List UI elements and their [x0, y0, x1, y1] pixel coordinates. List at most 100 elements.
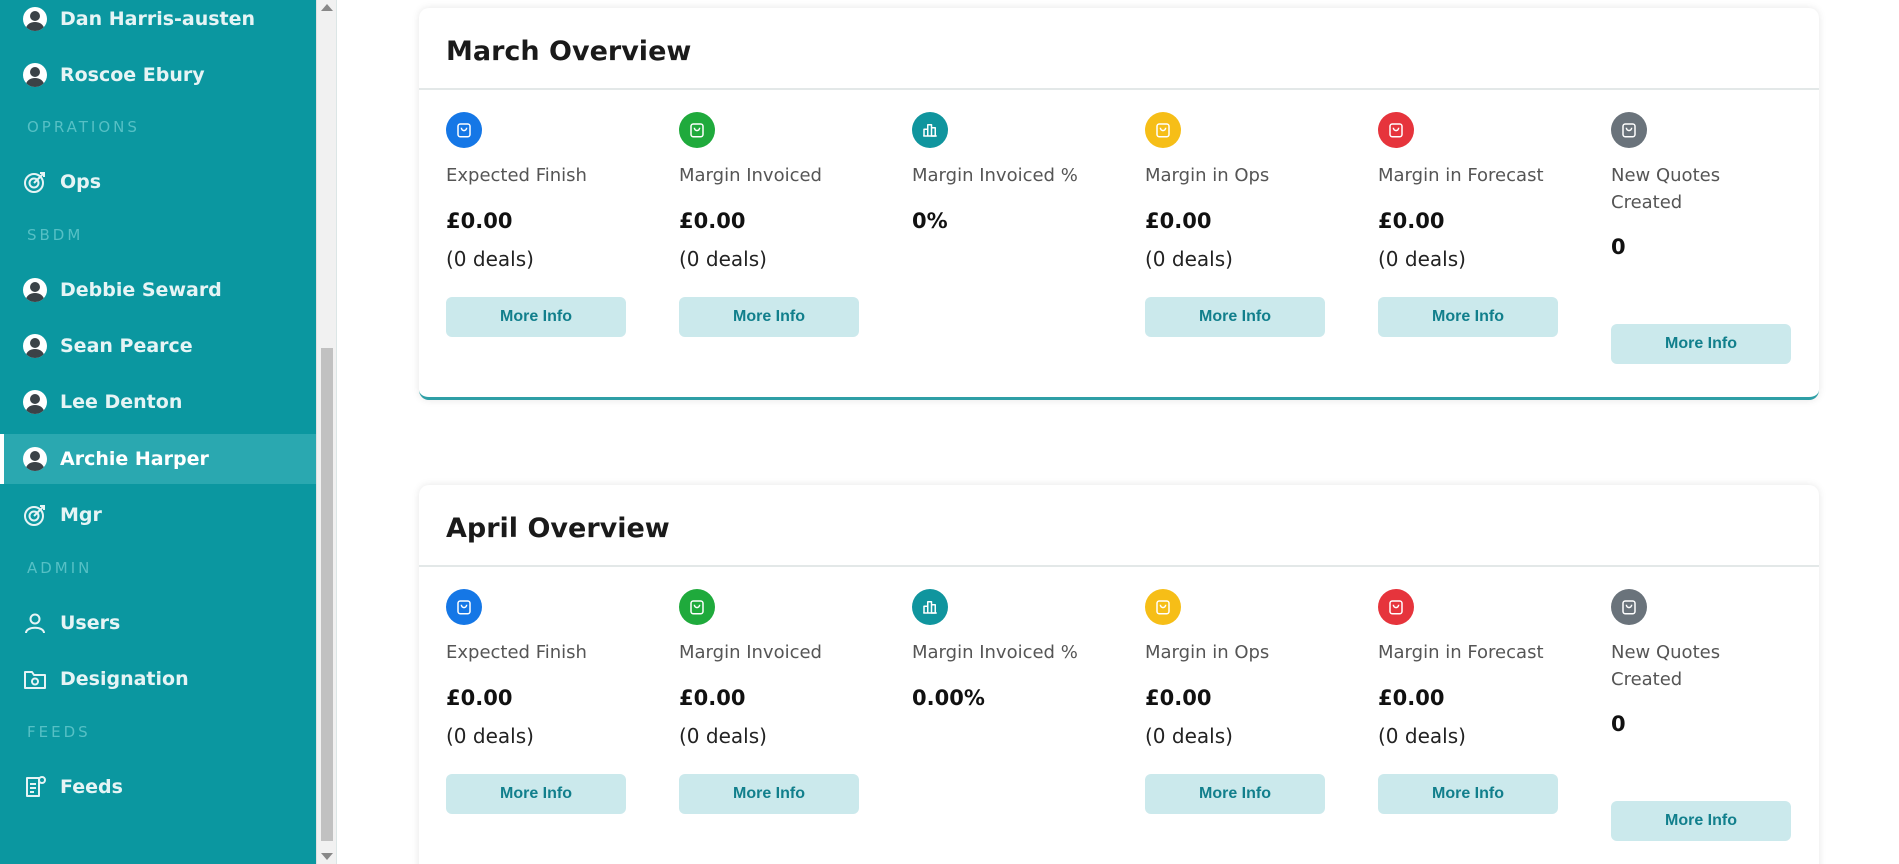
- user-avatar-icon: [23, 447, 47, 471]
- more-info-button[interactable]: More Info: [1145, 774, 1325, 814]
- sidebar-section-feeds: FEEDS: [27, 723, 91, 741]
- metric-value: £0.00: [446, 209, 513, 233]
- metric-value: £0.00: [1378, 209, 1445, 233]
- metric-deals: (0 deals): [1378, 247, 1466, 271]
- metric-value: £0.00: [679, 686, 746, 710]
- metric-value: £0.00: [1145, 686, 1212, 710]
- sidebar-scrollbar[interactable]: [316, 0, 336, 864]
- user-avatar-icon: [23, 278, 47, 302]
- sidebar-item-dan-harris-austen[interactable]: Dan Harris-austen: [0, 0, 316, 44]
- metric-label: Margin Invoiced %: [912, 642, 1078, 663]
- user-avatar-icon: [23, 334, 47, 358]
- metric-deals: (0 deals): [446, 724, 534, 748]
- more-info-button[interactable]: More Info: [1611, 801, 1791, 841]
- sidebar-item-label: Designation: [60, 668, 189, 690]
- metric-label: Expected Finish: [446, 165, 587, 186]
- sidebar-item-label: Archie Harper: [60, 448, 209, 470]
- sidebar-item-label: Sean Pearce: [60, 335, 193, 357]
- metric-deals: (0 deals): [1378, 724, 1466, 748]
- metric-deals: (0 deals): [446, 247, 534, 271]
- folder-icon: [24, 671, 46, 689]
- sidebar-item-label: Ops: [60, 171, 102, 193]
- sidebar-item-label: Lee Denton: [60, 391, 183, 413]
- metric-value: £0.00: [1378, 686, 1445, 710]
- more-info-button[interactable]: More Info: [1145, 297, 1325, 337]
- bag-icon: [1611, 589, 1647, 625]
- bar-chart-icon: [912, 589, 948, 625]
- sidebar-item-label: Feeds: [60, 776, 123, 798]
- sidebar-item-label: Roscoe Ebury: [60, 64, 205, 86]
- sidebar-item-label: Users: [60, 612, 121, 634]
- metric-label: Margin Invoiced %: [912, 165, 1078, 186]
- sidebar-item-debbie-seward[interactable]: Debbie Seward: [0, 265, 316, 315]
- scrollbar-thumb[interactable]: [321, 348, 333, 841]
- metric-deals: (0 deals): [679, 724, 767, 748]
- sidebar-item-label: Mgr: [60, 504, 102, 526]
- target-icon: [24, 505, 45, 526]
- bag-icon: [446, 112, 482, 148]
- sidebar-section-sbdm: SBDM: [27, 226, 84, 244]
- sidebar-item-ops[interactable]: Ops: [0, 157, 316, 207]
- card-title: March Overview: [446, 36, 692, 67]
- more-info-button[interactable]: More Info: [1378, 774, 1558, 814]
- metric-label: Margin in Ops: [1145, 642, 1270, 663]
- metric-deals: (0 deals): [1145, 724, 1233, 748]
- bag-icon: [1145, 112, 1181, 148]
- bar-chart-icon: [912, 112, 948, 148]
- metric-deals: (0 deals): [679, 247, 767, 271]
- more-info-button[interactable]: More Info: [1378, 297, 1558, 337]
- metric-label: Expected Finish: [446, 642, 587, 663]
- bag-icon: [446, 589, 482, 625]
- card-header: April Overview: [419, 485, 1819, 567]
- april-overview-card: April Overview Expected Finish £0.00 (0 …: [419, 485, 1819, 864]
- sidebar-item-feeds[interactable]: Feeds: [0, 762, 316, 812]
- bag-icon: [1145, 589, 1181, 625]
- bag-icon: [679, 112, 715, 148]
- more-info-button[interactable]: More Info: [1611, 324, 1791, 364]
- metric-value: 0.00%: [912, 686, 985, 710]
- sidebar-section-admin: ADMIN: [27, 559, 93, 577]
- metric-label: Margin Invoiced: [679, 165, 822, 186]
- sidebar-item-archie-harper[interactable]: Archie Harper: [0, 434, 316, 484]
- more-info-button[interactable]: More Info: [679, 774, 859, 814]
- metric-label: New Quotes Created: [1611, 165, 1721, 213]
- user-avatar-icon: [23, 63, 47, 87]
- metric-value: 0: [1611, 712, 1626, 736]
- scroll-up-arrow-icon[interactable]: [321, 4, 333, 11]
- card-header: March Overview: [419, 8, 1819, 90]
- metric-value: £0.00: [1145, 209, 1212, 233]
- more-info-button[interactable]: More Info: [679, 297, 859, 337]
- sidebar-item-roscoe-ebury[interactable]: Roscoe Ebury: [0, 50, 316, 100]
- sidebar-item-mgr[interactable]: Mgr: [0, 490, 316, 540]
- card-title: April Overview: [446, 513, 670, 544]
- user-outline-icon: [25, 613, 45, 634]
- more-info-button[interactable]: More Info: [446, 774, 626, 814]
- bag-icon: [1378, 589, 1414, 625]
- sidebar-item-users[interactable]: Users: [0, 598, 316, 648]
- user-avatar-icon: [23, 7, 47, 31]
- sidebar-item-sean-pearce[interactable]: Sean Pearce: [0, 321, 316, 371]
- target-icon: [24, 172, 45, 193]
- sidebar-item-designation[interactable]: Designation: [0, 654, 316, 704]
- sidebar: Dan Harris-austen Roscoe Ebury OPRATIONS…: [0, 0, 316, 864]
- metric-deals: (0 deals): [1145, 247, 1233, 271]
- sidebar-item-label: Dan Harris-austen: [60, 8, 256, 30]
- feed-icon: [26, 776, 46, 797]
- metric-value: £0.00: [446, 686, 513, 710]
- bag-icon: [679, 589, 715, 625]
- metric-label: Margin in Forecast: [1378, 642, 1544, 663]
- bag-icon: [1611, 112, 1647, 148]
- more-info-button[interactable]: More Info: [446, 297, 626, 337]
- sidebar-item-label: Debbie Seward: [60, 279, 222, 301]
- metric-label: New Quotes Created: [1611, 642, 1721, 690]
- app-root: Dan Harris-austen Roscoe Ebury OPRATIONS…: [0, 0, 1899, 864]
- scroll-down-arrow-icon[interactable]: [321, 853, 333, 860]
- metric-value: £0.00: [679, 209, 746, 233]
- sidebar-section-operations: OPRATIONS: [27, 118, 140, 136]
- bag-icon: [1378, 112, 1414, 148]
- metric-label: Margin in Ops: [1145, 165, 1270, 186]
- metric-value: 0%: [912, 209, 948, 233]
- metric-label: Margin in Forecast: [1378, 165, 1544, 186]
- sidebar-item-lee-denton[interactable]: Lee Denton: [0, 377, 316, 427]
- metric-value: 0: [1611, 235, 1626, 259]
